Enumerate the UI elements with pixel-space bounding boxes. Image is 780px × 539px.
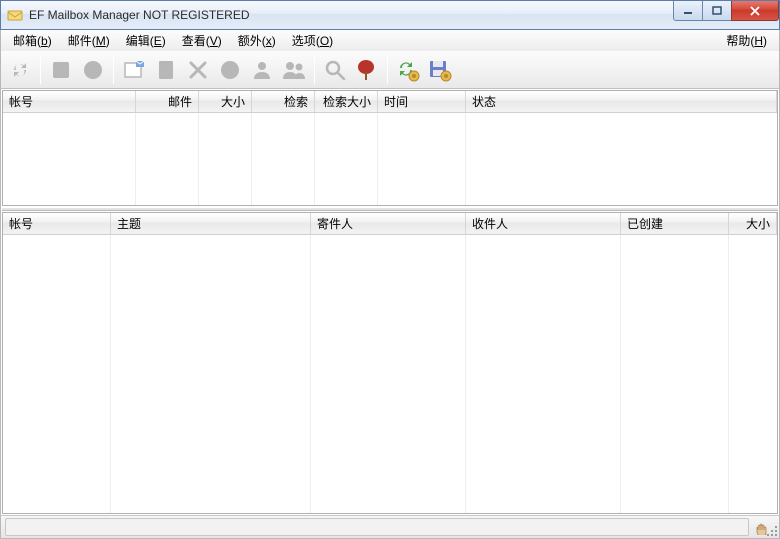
flag-icon bbox=[355, 58, 379, 82]
close-button[interactable] bbox=[731, 1, 779, 21]
search-icon bbox=[323, 58, 347, 82]
refresh-button[interactable] bbox=[5, 55, 35, 85]
stop-circle-icon bbox=[81, 58, 105, 82]
mark-read-icon bbox=[218, 58, 242, 82]
page-icon bbox=[154, 58, 178, 82]
messages-pane: 帐号 主题 寄件人 收件人 已创建 大小 bbox=[2, 212, 778, 514]
sync-settings-icon bbox=[395, 58, 421, 82]
toolbar-separator bbox=[387, 56, 388, 84]
resize-grip[interactable] bbox=[765, 524, 777, 536]
col-mail[interactable]: 邮件 bbox=[136, 91, 199, 112]
toolbar-separator bbox=[113, 56, 114, 84]
new-mail-button[interactable] bbox=[119, 55, 149, 85]
messages-column-headers: 帐号 主题 寄件人 收件人 已创建 大小 bbox=[3, 213, 777, 235]
col-size[interactable]: 大小 bbox=[199, 91, 252, 112]
window-title: EF Mailbox Manager NOT REGISTERED bbox=[29, 8, 250, 22]
menu-extra[interactable]: 额外(x) bbox=[230, 30, 284, 51]
save-settings-icon bbox=[427, 58, 453, 82]
status-text-well bbox=[5, 518, 749, 536]
col-retrieve-size[interactable]: 检索大小 bbox=[315, 91, 378, 112]
new-mail-icon bbox=[122, 58, 146, 82]
users-icon bbox=[281, 58, 307, 82]
save-settings-button[interactable] bbox=[425, 55, 455, 85]
col-created[interactable]: 已创建 bbox=[621, 213, 729, 234]
search-button[interactable] bbox=[320, 55, 350, 85]
col-msg-size[interactable]: 大小 bbox=[729, 213, 777, 234]
col-account[interactable]: 帐号 bbox=[3, 91, 136, 112]
col-status[interactable]: 状态 bbox=[466, 91, 777, 112]
stop-circle-button[interactable] bbox=[78, 55, 108, 85]
horizontal-splitter[interactable] bbox=[2, 207, 778, 211]
window-titlebar: EF Mailbox Manager NOT REGISTERED bbox=[0, 0, 780, 30]
users-button[interactable] bbox=[279, 55, 309, 85]
col-msg-account[interactable]: 帐号 bbox=[3, 213, 111, 234]
menu-view[interactable]: 查看(V) bbox=[174, 30, 230, 51]
window-controls bbox=[673, 1, 779, 21]
menubar: 邮箱(b) 邮件(M) 编辑(E) 查看(V) 额外(x) 选项(O) 帮助(H… bbox=[0, 30, 780, 51]
user-button[interactable] bbox=[247, 55, 277, 85]
col-time[interactable]: 时间 bbox=[378, 91, 466, 112]
mark-read-button[interactable] bbox=[215, 55, 245, 85]
menu-mailbox[interactable]: 邮箱(b) bbox=[5, 30, 60, 51]
maximize-button[interactable] bbox=[702, 1, 732, 21]
refresh-icon bbox=[8, 58, 32, 82]
stop-square-button[interactable] bbox=[46, 55, 76, 85]
toolbar bbox=[0, 51, 780, 89]
flag-button[interactable] bbox=[352, 55, 382, 85]
app-icon bbox=[7, 7, 23, 23]
workarea: 帐号 邮件 大小 检索 检索大小 时间 状态 帐号 主题 寄件人 收件人 已创建… bbox=[0, 89, 780, 515]
stop-square-icon bbox=[49, 58, 73, 82]
page-button[interactable] bbox=[151, 55, 181, 85]
accounts-pane: 帐号 邮件 大小 检索 检索大小 时间 状态 bbox=[2, 90, 778, 206]
accounts-grid-body[interactable] bbox=[3, 113, 777, 205]
accounts-column-headers: 帐号 邮件 大小 检索 检索大小 时间 状态 bbox=[3, 91, 777, 113]
delete-x-icon bbox=[186, 58, 210, 82]
toolbar-separator bbox=[314, 56, 315, 84]
col-recipient[interactable]: 收件人 bbox=[466, 213, 621, 234]
statusbar bbox=[0, 515, 780, 539]
menu-mail[interactable]: 邮件(M) bbox=[60, 30, 118, 51]
messages-grid-body[interactable] bbox=[3, 235, 777, 513]
delete-button[interactable] bbox=[183, 55, 213, 85]
minimize-button[interactable] bbox=[673, 1, 703, 21]
col-retrieve[interactable]: 检索 bbox=[252, 91, 315, 112]
col-sender[interactable]: 寄件人 bbox=[311, 213, 466, 234]
user-icon bbox=[250, 58, 274, 82]
menu-edit[interactable]: 编辑(E) bbox=[118, 30, 174, 51]
menu-options[interactable]: 选项(O) bbox=[284, 30, 341, 51]
col-subject[interactable]: 主题 bbox=[111, 213, 311, 234]
sync-settings-button[interactable] bbox=[393, 55, 423, 85]
menu-help[interactable]: 帮助(H) bbox=[718, 30, 775, 51]
toolbar-separator bbox=[40, 56, 41, 84]
